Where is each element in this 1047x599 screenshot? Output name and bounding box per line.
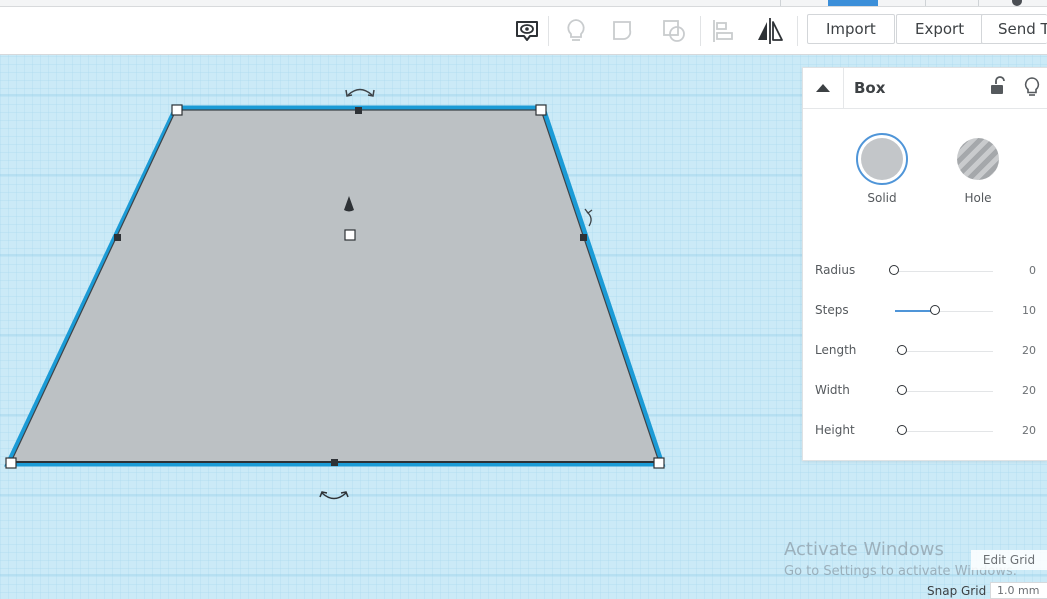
- app-root: Import Export Send To: [0, 0, 1047, 599]
- slider-track[interactable]: [895, 271, 993, 272]
- shape-inspector-panel: Box Solid Hole Radius 0 Steps 10 Length …: [802, 67, 1047, 461]
- group-icon: [613, 21, 632, 40]
- param-label: Length: [815, 343, 857, 357]
- material-label: Solid: [867, 191, 897, 205]
- top-tab-strip: [0, 0, 1047, 7]
- slider-knob[interactable]: [897, 425, 907, 435]
- param-value[interactable]: 20: [1022, 424, 1036, 437]
- edge-handle-top[interactable]: [355, 107, 362, 114]
- edge-handle-right[interactable]: [580, 234, 587, 241]
- edit-grid-button[interactable]: Edit Grid: [971, 550, 1047, 570]
- tab-divider: [978, 0, 979, 6]
- material-hole-option[interactable]: Hole: [948, 133, 1008, 205]
- align-icon: [713, 20, 733, 42]
- solid-swatch: [861, 138, 903, 180]
- param-row-radius: Radius 0: [815, 260, 1047, 284]
- collapse-inspector-button[interactable]: [803, 68, 844, 108]
- param-row-steps: Steps 10: [815, 300, 1047, 324]
- edge-handle-left[interactable]: [114, 234, 121, 241]
- slider-track[interactable]: [895, 431, 993, 432]
- param-row-height: Height 20: [815, 420, 1047, 444]
- param-label: Width: [815, 383, 850, 397]
- slider-knob[interactable]: [930, 305, 940, 315]
- param-value[interactable]: 0: [1029, 264, 1036, 277]
- param-label: Height: [815, 423, 855, 437]
- import-button[interactable]: Import: [807, 14, 895, 44]
- param-row-length: Length 20: [815, 340, 1047, 364]
- snap-grid-select[interactable]: 1.0 mm: [990, 582, 1047, 599]
- toolbar-divider: [797, 16, 798, 46]
- lightbulb-button[interactable]: [559, 15, 593, 47]
- material-ring: [952, 133, 1004, 185]
- slider-fill: [895, 310, 933, 312]
- resize-handle-bottom-left[interactable]: [5, 457, 17, 469]
- lightbulb-icon: [567, 19, 585, 41]
- group-button[interactable]: [607, 15, 641, 47]
- slider-track[interactable]: [895, 391, 993, 392]
- resize-handle-top-right[interactable]: [535, 104, 547, 116]
- slider-knob[interactable]: [897, 385, 907, 395]
- inspector-header: Box: [803, 68, 1047, 109]
- param-value[interactable]: 20: [1022, 344, 1036, 357]
- param-value[interactable]: 10: [1022, 304, 1036, 317]
- edge-handle-bottom[interactable]: [331, 459, 338, 466]
- center-height-handle[interactable]: [344, 229, 356, 241]
- slider-knob[interactable]: [897, 345, 907, 355]
- param-label: Radius: [815, 263, 856, 277]
- activate-windows-watermark: Activate Windows: [784, 539, 944, 560]
- ungroup-button[interactable]: [657, 15, 691, 47]
- export-button[interactable]: Export: [896, 14, 984, 44]
- tab-divider: [925, 0, 926, 6]
- material-ring: [856, 133, 908, 185]
- param-value[interactable]: 20: [1022, 384, 1036, 397]
- send-to-button[interactable]: Send To: [981, 14, 1047, 44]
- notes-toggle-button[interactable]: [510, 15, 544, 47]
- mirror-icon: [758, 18, 783, 44]
- mirror-button[interactable]: [753, 15, 787, 47]
- param-label: Steps: [815, 303, 849, 317]
- help-icon[interactable]: [1012, 0, 1022, 6]
- material-solid-option[interactable]: Solid: [852, 133, 912, 205]
- main-toolbar: Import Export Send To: [0, 7, 1047, 55]
- align-button[interactable]: [706, 15, 740, 47]
- notes-toggle-icon: [516, 21, 538, 41]
- unlock-icon[interactable]: [989, 76, 1005, 96]
- hole-swatch: [957, 138, 999, 180]
- caret-up-icon: [816, 84, 830, 92]
- ungroup-icon: [663, 20, 685, 42]
- lightbulb-icon[interactable]: [1023, 76, 1041, 98]
- param-row-width: Width 20: [815, 380, 1047, 404]
- tab-divider: [780, 0, 781, 6]
- slider-knob[interactable]: [889, 265, 899, 275]
- toolbar-divider: [700, 16, 701, 46]
- toolbar-divider: [548, 16, 549, 46]
- inspector-title: Box: [854, 79, 886, 97]
- snap-grid-label: Snap Grid: [927, 584, 987, 598]
- resize-handle-top-left[interactable]: [171, 104, 183, 116]
- resize-handle-bottom-right[interactable]: [653, 457, 665, 469]
- material-label: Hole: [964, 191, 992, 205]
- slider-track[interactable]: [895, 351, 993, 352]
- active-tab-indicator[interactable]: [828, 0, 878, 6]
